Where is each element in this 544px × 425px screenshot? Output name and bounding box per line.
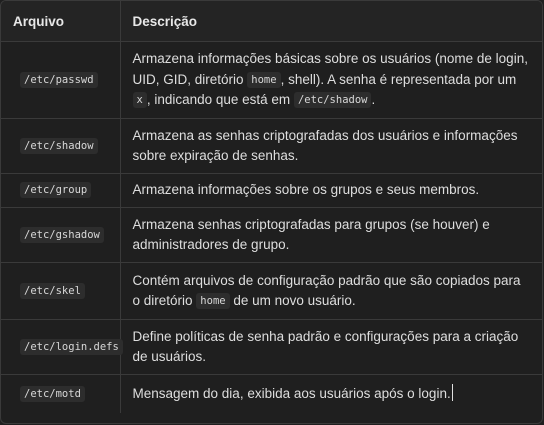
header-row: Arquivo Descrição	[1, 1, 542, 42]
file-code: /etc/group	[20, 182, 92, 199]
file-cell: /etc/passwd	[1, 41, 121, 119]
table-row: /etc/passwd Armazena informações básicas…	[1, 41, 542, 119]
inline-code: home	[196, 293, 230, 309]
description-text: , shell). A senha é representada por um	[280, 71, 517, 87]
description-cell: Armazena informações sobre os grupos e s…	[120, 173, 542, 208]
files-table: Arquivo Descrição /etc/passwd Armazena i…	[0, 0, 543, 424]
description-cell: Define políticas de senha padrão e confi…	[120, 319, 542, 375]
file-code: /etc/passwd	[20, 71, 98, 88]
description-cell: Armazena informações básicas sobre os us…	[120, 41, 542, 119]
file-cell: /etc/skel	[1, 262, 121, 320]
description-cell: Armazena senhas criptografadas para grup…	[120, 207, 542, 263]
header-arquivo: Arquivo	[1, 1, 121, 42]
description-cell: Armazena as senhas criptografadas dos us…	[120, 118, 542, 174]
file-cell: /etc/gshadow	[1, 207, 121, 263]
header-descricao: Descrição	[120, 1, 542, 42]
file-cell: /etc/group	[1, 173, 121, 208]
text-cursor	[451, 383, 453, 401]
description-text: , indicando que está em	[146, 92, 294, 108]
file-code: /etc/login.defs	[20, 338, 123, 355]
table-row: /etc/skel Contém arquivos de configuraçã…	[1, 262, 542, 320]
description-text: Mensagem do dia, exibida aos usuários ap…	[132, 385, 451, 401]
file-code: /etc/gshadow	[20, 226, 104, 243]
table: Arquivo Descrição /etc/passwd Armazena i…	[1, 1, 542, 413]
file-code: /etc/shadow	[20, 137, 98, 154]
inline-code: /etc/shadow	[293, 92, 372, 109]
file-cell: /etc/shadow	[1, 118, 121, 174]
description-cell[interactable]: Mensagem do dia, exibida aos usuários ap…	[120, 375, 542, 414]
description-cell: Contém arquivos de configuração padrão q…	[120, 262, 542, 320]
inline-code: home	[247, 71, 281, 88]
description-text: .	[371, 92, 376, 108]
file-cell: /etc/motd	[1, 374, 121, 413]
table-row: /etc/login.defs Define políticas de senh…	[1, 319, 542, 375]
inline-code: x	[132, 92, 147, 109]
table-row: /etc/gshadow Armazena senhas criptografa…	[1, 207, 542, 263]
table-row: /etc/motd Mensagem do dia, exibida aos u…	[1, 374, 542, 414]
table-row: /etc/group Armazena informações sobre os…	[1, 173, 542, 208]
description-text: de um novo usuário.	[229, 293, 356, 308]
file-code: /etc/skel	[20, 282, 85, 299]
file-code: /etc/motd	[20, 385, 85, 402]
file-cell: /etc/login.defs	[1, 319, 123, 375]
table-row: /etc/shadow Armazena as senhas criptogra…	[1, 118, 542, 174]
